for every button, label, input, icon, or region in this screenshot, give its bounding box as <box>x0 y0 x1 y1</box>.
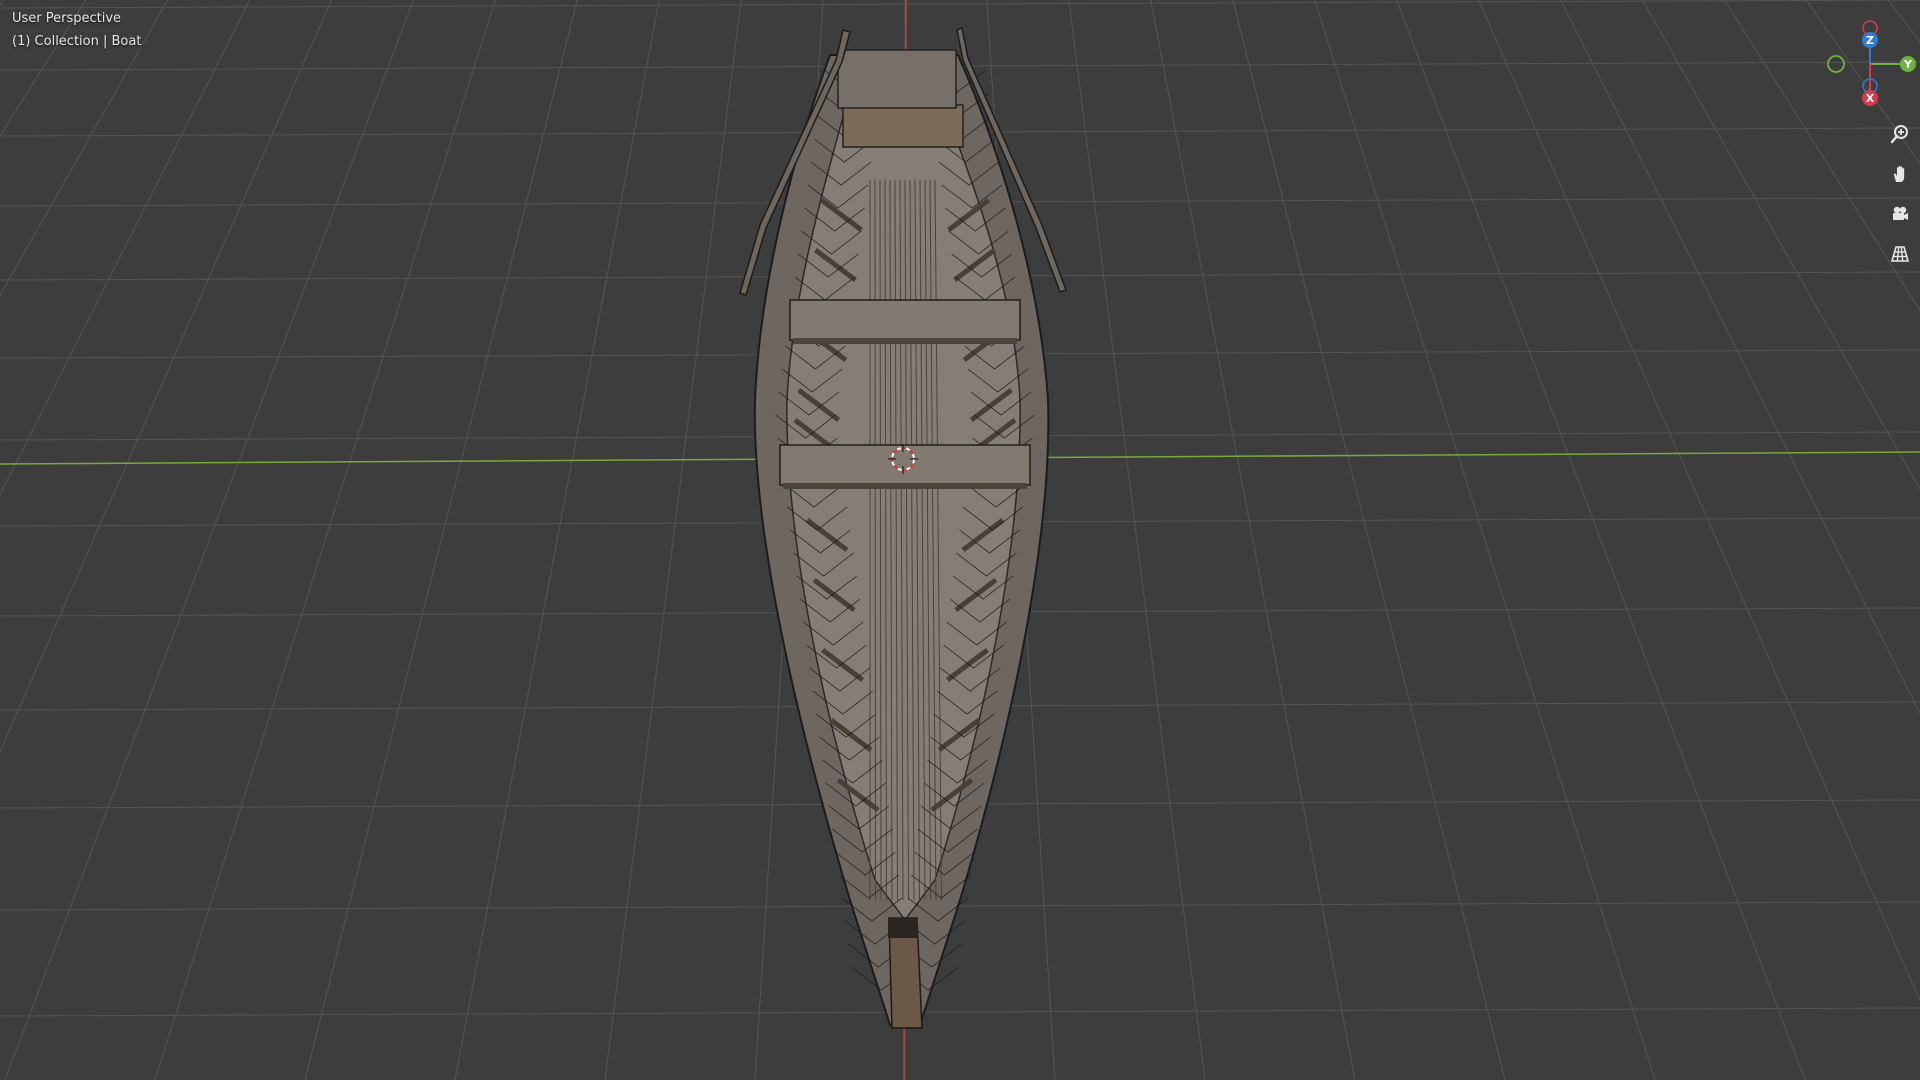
plank-line <box>874 179 876 901</box>
gizmo-y-label: Y <box>1903 58 1913 71</box>
camera-icon <box>1893 206 1908 220</box>
gizmo-x-label: X <box>1866 92 1875 105</box>
view-mode-label: User Perspective <box>12 11 122 26</box>
orthographic-toggle-button[interactable] <box>1886 240 1914 268</box>
stern-seat <box>779 444 1031 486</box>
grid-line <box>1232 0 1506 1080</box>
pan-button[interactable] <box>1886 160 1914 188</box>
grid-line <box>0 0 1920 9</box>
grid-icon <box>1890 246 1910 262</box>
hand-icon <box>1893 165 1905 182</box>
3d-viewport[interactable]: User Perspective (1) Collection | Boat Z… <box>0 0 1920 1080</box>
scene-canvas[interactable] <box>0 0 1920 1080</box>
middle-seat <box>789 299 1021 341</box>
grid-line <box>604 0 742 1080</box>
boat-model[interactable] <box>739 26 1067 1029</box>
grid-line <box>154 0 496 1080</box>
grid-line <box>1068 0 1206 1080</box>
camera-view-button[interactable] <box>1886 200 1914 228</box>
grid-line <box>0 0 169 297</box>
grid-line <box>0 1007 1920 1017</box>
grid-line <box>4 0 414 1080</box>
grid-line <box>1396 0 1806 1080</box>
grid-line <box>0 0 5 7</box>
grid-line <box>1150 0 1356 1080</box>
collection-info-label: (1) Collection | Boat <box>12 34 142 49</box>
grid-line <box>0 0 87 137</box>
keel-stern-top <box>888 918 918 938</box>
bow-seat <box>842 104 964 148</box>
grid-line <box>1641 0 1920 491</box>
grid-line <box>0 0 332 753</box>
grid-line <box>1314 0 1656 1080</box>
navigation-gizmo[interactable]: Z Y X <box>1820 18 1920 118</box>
grid-line <box>304 0 578 1080</box>
grid-line <box>1560 0 1920 715</box>
gizmo-z-label: Z <box>1866 34 1874 47</box>
grid-line <box>1478 0 1920 1002</box>
middle-seat-edge <box>793 338 1017 344</box>
stern-seat-edge <box>783 483 1027 489</box>
grid-line <box>0 0 250 497</box>
bow-deck <box>837 49 957 109</box>
zoom-button[interactable] <box>1886 120 1914 148</box>
zoom-in-icon <box>1890 125 1908 144</box>
grid-line <box>454 0 660 1080</box>
